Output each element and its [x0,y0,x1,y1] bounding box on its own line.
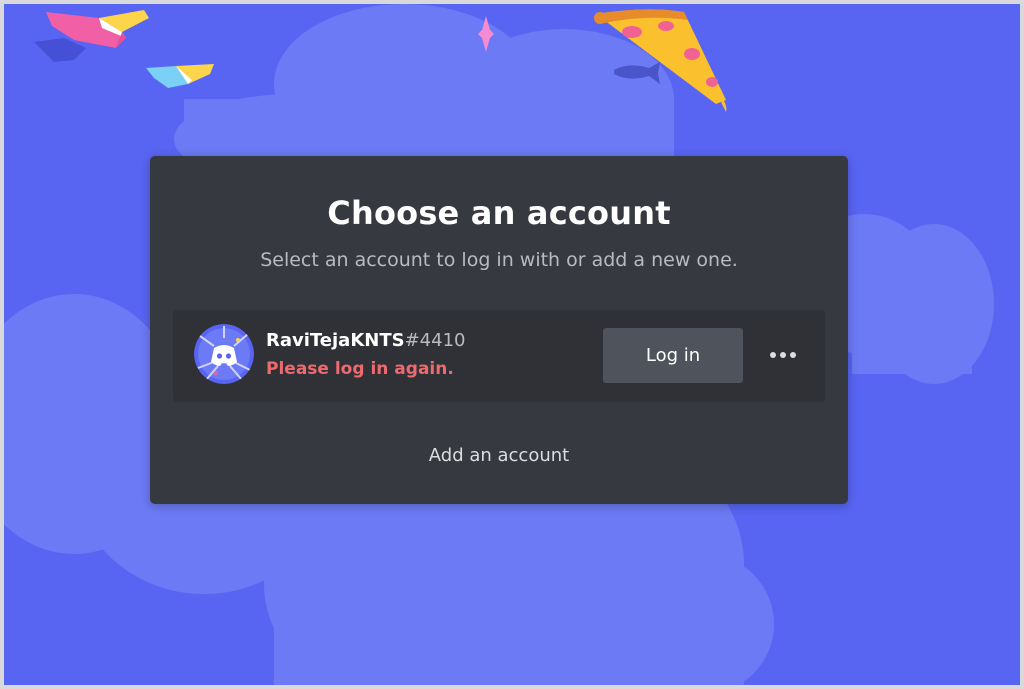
log-in-button[interactable]: Log in [603,328,743,383]
account-username: RaviTejaKNTS#4410 [266,330,465,351]
avatar [194,324,254,384]
discord-logo-icon [194,324,254,384]
username-text: RaviTejaKNTS [266,330,405,351]
app-frame: Choose an account Select an account to l… [0,0,1024,689]
modal-title: Choose an account [327,194,671,232]
username-discriminator: #4410 [404,330,466,351]
choose-account-modal: Choose an account Select an account to l… [150,156,848,504]
modal-subtitle: Select an account to log in with or add … [260,249,738,271]
account-row[interactable]: RaviTejaKNTS#4410 Please log in again. L… [173,310,825,402]
more-horizontal-icon [770,352,796,358]
account-status: Please log in again. [266,359,454,379]
add-account-link[interactable]: Add an account [150,445,848,466]
more-options-button[interactable] [763,340,803,370]
